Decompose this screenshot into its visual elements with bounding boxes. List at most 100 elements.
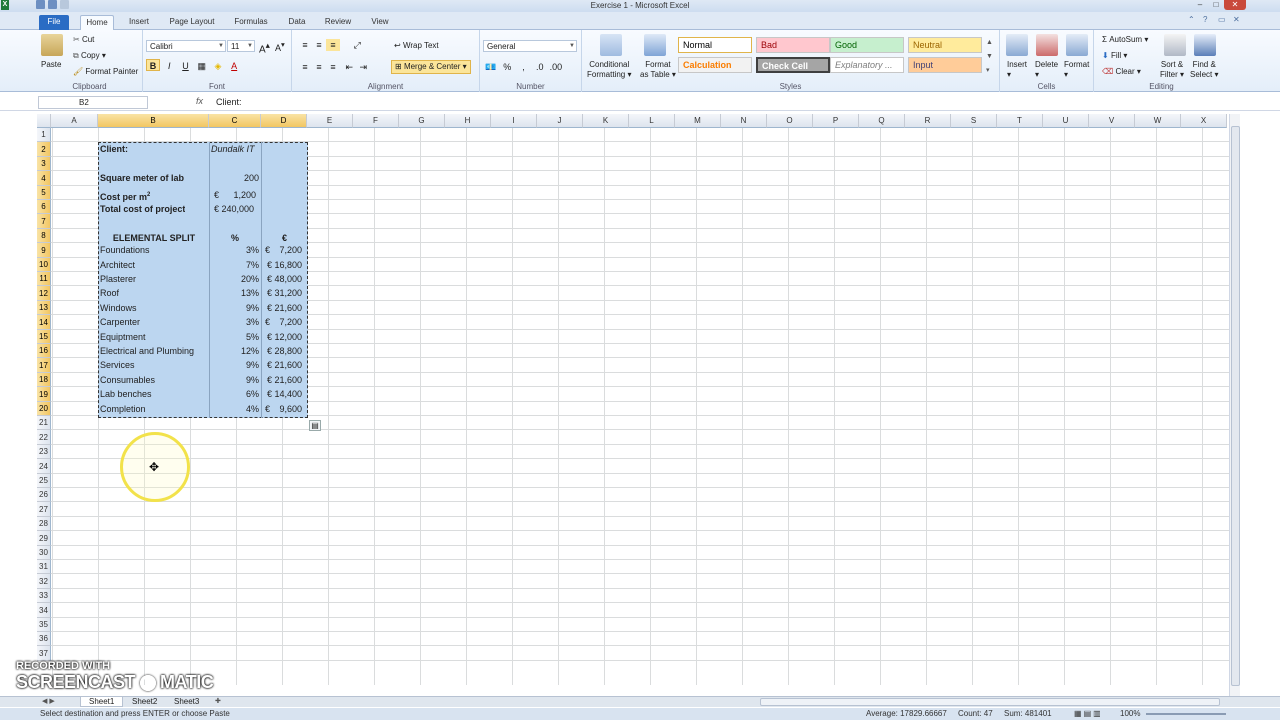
column-header-b[interactable]: B [98, 114, 209, 128]
percent-button[interactable]: % [500, 61, 514, 73]
item-name[interactable]: Consumables [100, 374, 155, 387]
row-header-10[interactable]: 10 [37, 258, 51, 272]
item-name[interactable]: Windows [100, 302, 137, 315]
decrease-decimal-icon[interactable]: .00 [549, 61, 563, 73]
normal-view-icon[interactable]: ▦ [1074, 709, 1084, 718]
copy-button[interactable]: ⧉ Copy ▾ [73, 51, 106, 61]
format-button[interactable]: Format ▾ [1064, 60, 1089, 80]
row-header-23[interactable]: 23 [37, 445, 51, 459]
column-header-e[interactable]: E [307, 114, 353, 128]
borders-icon[interactable]: ▦ [195, 60, 209, 72]
row-header-29[interactable]: 29 [37, 531, 51, 546]
autosum-button[interactable]: Σ AutoSum ▾ [1102, 35, 1148, 45]
fill-button[interactable]: ⬇ Fill ▾ [1102, 51, 1127, 61]
fx-icon[interactable]: fx [196, 96, 203, 106]
item-percent[interactable]: 6% [210, 388, 259, 401]
row-header-28[interactable]: 28 [37, 517, 51, 531]
item-name[interactable]: Services [100, 359, 135, 372]
row-header-30[interactable]: 30 [37, 546, 51, 560]
vertical-scrollbar[interactable] [1229, 114, 1240, 698]
row-header-6[interactable]: 6 [37, 200, 51, 214]
align-top-icon[interactable]: ≡ [298, 39, 312, 51]
row-header-4[interactable]: 4 [37, 171, 51, 186]
decrease-indent-icon[interactable]: ⇤ [342, 61, 356, 73]
column-header-d[interactable]: D [261, 114, 307, 128]
item-euro[interactable]: € 16,800 [262, 259, 302, 272]
cell-style-normal[interactable]: Normal [678, 37, 752, 53]
column-header-t[interactable]: T [997, 114, 1043, 128]
comma-button[interactable]: , [516, 61, 530, 73]
column-header-u[interactable]: U [1043, 114, 1089, 128]
align-center-icon[interactable]: ≡ [312, 61, 326, 73]
row-header-20[interactable]: 20 [37, 402, 51, 416]
close-workbook-icon[interactable]: ✕ [1233, 15, 1242, 24]
conditional-formatting-icon[interactable] [600, 34, 622, 56]
minimize-ribbon-icon[interactable]: ⌃ [1188, 15, 1197, 24]
row-header-32[interactable]: 32 [37, 574, 51, 589]
row-header-36[interactable]: 36 [37, 632, 51, 646]
item-percent[interactable]: 5% [210, 331, 259, 344]
row-header-13[interactable]: 13 [37, 301, 51, 315]
cell-style-calculation[interactable]: Calculation [678, 57, 752, 73]
tab-data[interactable]: Data [282, 15, 312, 30]
row-header-25[interactable]: 25 [37, 474, 51, 488]
item-euro[interactable]: 7,200 [262, 244, 302, 257]
row-header-31[interactable]: 31 [37, 560, 51, 574]
shrink-font-button[interactable]: A▾ [275, 40, 285, 53]
paste-options-icon[interactable]: ▤ [309, 420, 321, 431]
column-header-c[interactable]: C [209, 114, 261, 128]
orientation-icon[interactable]: ⤢ [350, 39, 364, 51]
conditional-formatting-button[interactable]: Conditional Formatting ▾ [587, 60, 631, 80]
row-header-9[interactable]: 9 [37, 243, 51, 258]
tab-view[interactable]: View [364, 15, 396, 30]
cell-style-neutral[interactable]: Neutral [908, 37, 982, 53]
increase-indent-icon[interactable]: ⇥ [356, 61, 370, 73]
cell-c4[interactable]: 200 [210, 172, 259, 185]
horizontal-scrollbar[interactable] [760, 698, 1220, 706]
align-bottom-icon[interactable]: ≡ [326, 39, 340, 51]
item-percent[interactable]: 13% [210, 287, 259, 300]
item-name[interactable]: Completion [100, 403, 146, 416]
cell-c6[interactable]: € 240,000 [214, 203, 254, 216]
item-percent[interactable]: 12% [210, 345, 259, 358]
insert-cells-icon[interactable] [1006, 34, 1028, 56]
number-format-select[interactable]: General ▼ [483, 40, 577, 52]
format-as-table-button[interactable]: Format as Table ▾ [640, 60, 676, 80]
item-percent[interactable]: 9% [210, 359, 259, 372]
item-euro[interactable]: € 21,600 [262, 302, 302, 315]
tab-review[interactable]: Review [320, 15, 356, 30]
cell-style-check-cell[interactable]: Check Cell [756, 57, 830, 73]
cell-b4[interactable]: Square meter of lab [100, 172, 184, 185]
item-percent[interactable]: 9% [210, 302, 259, 315]
scroll-thumb[interactable] [1231, 126, 1240, 686]
item-euro[interactable]: € 48,000 [262, 273, 302, 286]
tab-sheet2[interactable]: Sheet2 [124, 697, 165, 707]
column-header-k[interactable]: K [583, 114, 629, 128]
column-header-n[interactable]: N [721, 114, 767, 128]
tab-sheet3[interactable]: Sheet3 [166, 697, 207, 707]
row-header-16[interactable]: 16 [37, 344, 51, 358]
row-header-1[interactable]: 1 [37, 128, 51, 142]
item-name[interactable]: Lab benches [100, 388, 152, 401]
row-header-5[interactable]: 5 [37, 186, 51, 200]
tab-formulas[interactable]: Formulas [228, 15, 274, 30]
item-euro[interactable]: € 14,400 [262, 388, 302, 401]
increase-decimal-icon[interactable]: .0 [533, 61, 547, 73]
gallery-scroll-down-icon[interactable]: ▼ [986, 52, 993, 62]
sort-filter-icon[interactable] [1164, 34, 1186, 56]
item-percent[interactable]: 3% [210, 244, 259, 257]
cell-b2[interactable]: Client: [100, 143, 128, 156]
tab-sheet1[interactable]: Sheet1 [80, 697, 124, 707]
grow-font-button[interactable]: A▴ [259, 40, 270, 55]
insert-button[interactable]: Insert ▾ [1007, 60, 1027, 80]
row-header-11[interactable]: 11 [37, 272, 51, 286]
item-euro[interactable]: 7,200 [262, 316, 302, 329]
page-layout-view-icon[interactable]: ▤ [1084, 709, 1094, 718]
gallery-scroll-up-icon[interactable]: ▲ [986, 38, 993, 48]
item-euro[interactable]: € 21,600 [262, 374, 302, 387]
currency-icon[interactable]: 💶 [484, 61, 498, 73]
format-painter-button[interactable]: 🖌 Format Painter [73, 67, 138, 77]
column-header-a[interactable]: A [51, 114, 98, 128]
column-header-l[interactable]: L [629, 114, 675, 128]
row-header-33[interactable]: 33 [37, 589, 51, 603]
